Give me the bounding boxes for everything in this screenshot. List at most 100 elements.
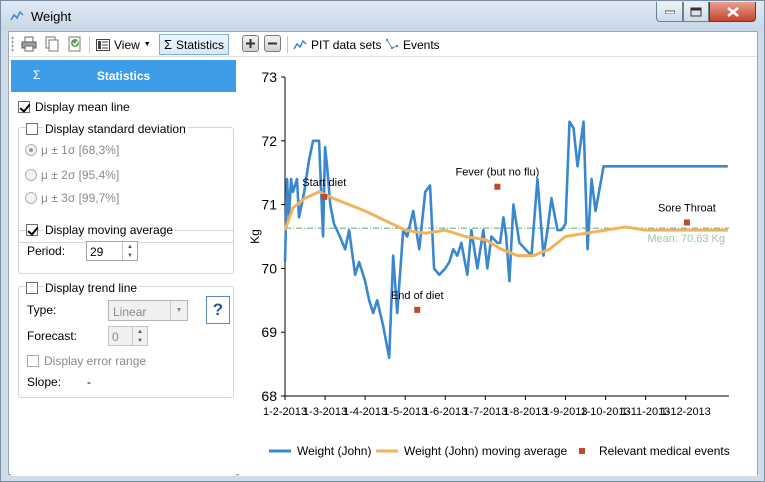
close-icon [726,6,739,17]
period-label: Period: [27,244,66,258]
period-value: 29 [90,245,104,259]
sigma-1-label: μ ± 1σ [68,3%] [41,143,120,157]
title-bar[interactable]: Weight [1,1,764,31]
chevron-up-icon[interactable]: ▲ [133,327,147,336]
moving-average-checkbox[interactable] [26,224,38,236]
y-tick-label: 71 [261,197,277,213]
app-window: Weight View ▼ Σ Statistics PIT data sets… [0,0,765,482]
events-icon [386,38,398,49]
trend-line-checkbox[interactable] [26,282,38,294]
mean-line-label: Mean: 70,63 Kg [647,233,725,245]
y-tick-label: 72 [261,133,277,149]
chevron-down-icon[interactable]: ▼ [133,336,147,345]
export-icon[interactable] [67,36,83,52]
toolbar-separator [89,36,90,53]
forecast-stepper-arrows[interactable]: ▲ ▼ [132,327,147,345]
event-label: Start diet [302,177,346,189]
x-tick-label: 1-4-2013 [343,406,387,418]
chevron-down-icon: ▼ [143,41,151,48]
sigma-1-radio[interactable] [25,144,37,156]
x-tick-label: 1-6-2013 [423,406,467,418]
question-icon: ? [212,300,224,319]
window-title: Weight [31,9,72,24]
zoom-out-button[interactable] [264,35,281,52]
toolbar-grip[interactable] [11,36,14,53]
x-tick-label: 1-3-2013 [303,406,347,418]
event-marker [494,183,501,190]
x-tick-label: 1-2-2013 [263,406,307,418]
error-range-label: Display error range [44,354,147,368]
sigma-3-label: μ ± 3σ [99,7%] [41,191,120,205]
minus-icon [268,42,277,45]
slope-value: - [87,375,91,389]
event-marker [414,306,421,313]
statistics-label: Statistics [176,37,225,52]
statistics-panel: Σ Statistics Display mean line Display s… [11,60,236,476]
view-label: View [114,37,140,52]
line-chart-icon [293,39,307,49]
slope-label: Slope: [27,375,62,389]
legend-weight-label: Weight (John) [297,444,371,458]
client-area: View ▼ Σ Statistics PIT data sets Events [8,31,758,476]
trend-type-select[interactable]: Linear ▼ [108,300,188,321]
trend-line-label[interactable]: Display trend line [43,281,140,295]
close-button[interactable] [709,2,756,22]
chevron-down-icon[interactable]: ▼ [123,251,137,260]
y-axis-title: Kg [248,229,262,244]
forecast-stepper[interactable]: 0 ▲ ▼ [108,326,148,346]
statistics-toggle-button[interactable]: Σ Statistics [159,34,230,55]
chevron-down-icon[interactable]: ▼ [170,301,187,320]
moving-average-label[interactable]: Display moving average [43,223,176,237]
x-tick-label: 1-7-2013 [463,406,507,418]
mean-line-label[interactable]: Display mean line [35,100,130,114]
zoom-in-button[interactable] [242,35,259,52]
chart-app-icon [10,10,24,21]
y-tick-label: 68 [261,388,277,404]
forecast-value: 0 [112,330,119,344]
minimize-icon [664,10,675,14]
chevron-up-icon[interactable]: ▲ [123,242,137,251]
sigma-icon: Σ [164,37,173,52]
pit-label: PIT data sets [311,37,382,52]
event-label: Sore Throat [658,202,716,214]
x-tick-label: 1-12-2013 [661,406,711,418]
toolbar: View ▼ Σ Statistics PIT data sets Events [9,32,757,57]
x-tick-label: 1-8-2013 [503,406,547,418]
std-dev-checkbox[interactable] [26,123,38,135]
events-label: Events [403,37,440,52]
y-tick-label: 73 [261,69,277,85]
sigma-3-radio[interactable] [25,192,37,204]
copy-icon[interactable] [44,36,60,52]
view-menu-button[interactable]: View ▼ [92,34,155,55]
event-marker [321,193,328,200]
help-button[interactable]: ? [206,296,230,324]
sigma-2-radio[interactable] [25,169,37,181]
sigma-2-label: μ ± 2σ [95,4%] [41,168,120,182]
period-stepper[interactable]: 29 ▲ ▼ [86,241,138,261]
view-icon [96,38,110,51]
event-label: End of diet [391,290,444,302]
events-button[interactable]: Events [381,34,444,55]
event-label: Fever (but no flu) [455,167,539,179]
print-icon[interactable] [21,36,37,52]
error-range-checkbox[interactable] [27,355,39,367]
std-dev-label[interactable]: Display standard deviation [43,122,188,136]
weight-chart[interactable]: 686970717273Kg1-2-20131-3-20131-4-20131-… [239,60,757,476]
statistics-panel-header: Σ Statistics [11,60,236,92]
maximize-button[interactable] [683,2,709,22]
period-stepper-arrows[interactable]: ▲ ▼ [122,242,137,260]
chart-area: 68 69 70 71 72 73 Kg 1-2-2013 1-3-2013 1-4-2013 1-… [239,60,757,476]
legend-events-swatch [579,448,585,454]
forecast-label: Forecast: [27,329,78,343]
minimize-button[interactable] [656,2,683,22]
mean-line-checkbox[interactable] [18,101,30,113]
plus-icon [246,39,255,48]
toolbar-separator [287,36,288,53]
type-label: Type: [27,303,57,317]
statistics-panel-title: Statistics [96,69,151,83]
event-marker [683,219,690,226]
pit-data-sets-button[interactable]: PIT data sets [289,34,385,55]
legend-events-label: Relevant medical events [599,444,730,458]
trend-type-value: Linear [113,305,147,319]
maximize-icon [690,7,702,16]
